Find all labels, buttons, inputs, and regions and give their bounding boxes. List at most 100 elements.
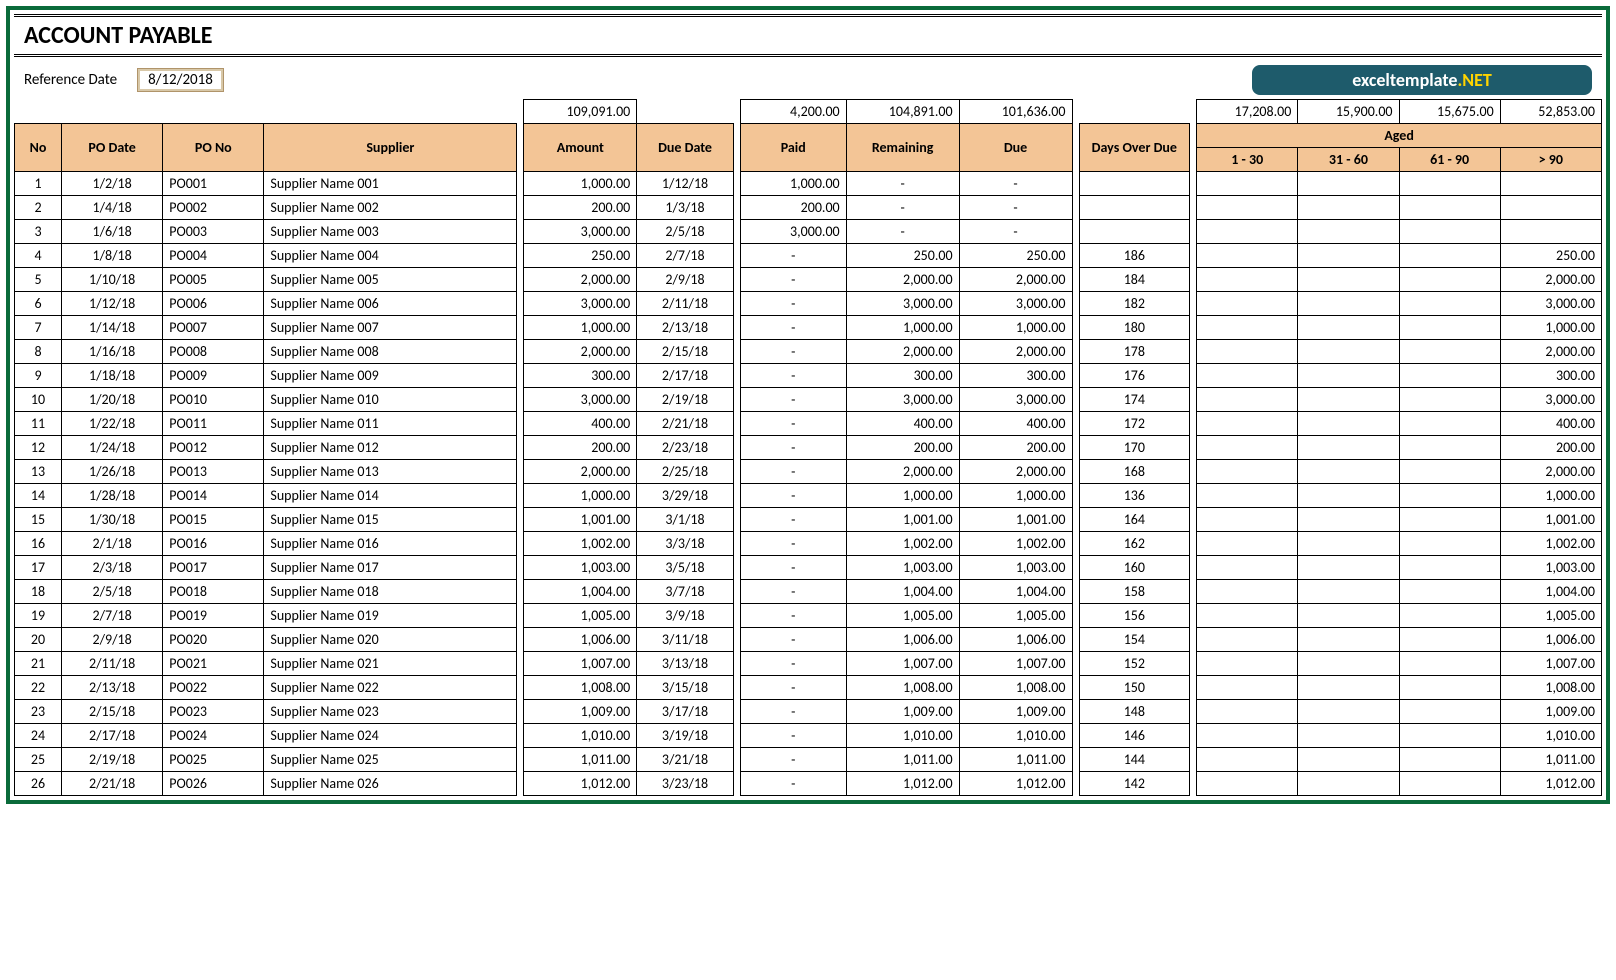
cell-paid[interactable]: 200.00 — [740, 196, 846, 220]
cell-remaining[interactable]: 1,006.00 — [846, 628, 959, 652]
cell-aged-3[interactable] — [1399, 580, 1500, 604]
cell-aged-1[interactable] — [1197, 628, 1298, 652]
cell-aged-3[interactable] — [1399, 532, 1500, 556]
cell-aged-4[interactable]: 1,002.00 — [1500, 532, 1601, 556]
cell-aged-3[interactable] — [1399, 604, 1500, 628]
cell-supplier[interactable]: Supplier Name 025 — [264, 748, 517, 772]
cell-pono[interactable]: PO004 — [163, 244, 264, 268]
cell-no[interactable]: 26 — [15, 772, 62, 796]
cell-duedate[interactable]: 2/19/18 — [637, 388, 733, 412]
cell-paid[interactable]: - — [740, 556, 846, 580]
cell-supplier[interactable]: Supplier Name 010 — [264, 388, 517, 412]
cell-no[interactable]: 5 — [15, 268, 62, 292]
cell-no[interactable]: 18 — [15, 580, 62, 604]
cell-days[interactable]: 176 — [1079, 364, 1190, 388]
cell-due[interactable]: 1,010.00 — [959, 724, 1072, 748]
cell-supplier[interactable]: Supplier Name 018 — [264, 580, 517, 604]
cell-amount[interactable]: 1,000.00 — [524, 172, 637, 196]
cell-podate[interactable]: 2/21/18 — [62, 772, 163, 796]
cell-supplier[interactable]: Supplier Name 021 — [264, 652, 517, 676]
cell-days[interactable]: 156 — [1079, 604, 1190, 628]
cell-amount[interactable]: 1,005.00 — [524, 604, 637, 628]
cell-pono[interactable]: PO008 — [163, 340, 264, 364]
cell-aged-3[interactable] — [1399, 340, 1500, 364]
cell-paid[interactable]: - — [740, 724, 846, 748]
cell-amount[interactable]: 1,000.00 — [524, 316, 637, 340]
cell-paid[interactable]: - — [740, 484, 846, 508]
cell-due[interactable]: - — [959, 220, 1072, 244]
cell-podate[interactable]: 2/3/18 — [62, 556, 163, 580]
cell-aged-4[interactable]: 1,008.00 — [1500, 676, 1601, 700]
cell-supplier[interactable]: Supplier Name 022 — [264, 676, 517, 700]
cell-podate[interactable]: 2/11/18 — [62, 652, 163, 676]
cell-duedate[interactable]: 3/9/18 — [637, 604, 733, 628]
cell-no[interactable]: 7 — [15, 316, 62, 340]
cell-aged-4[interactable]: 300.00 — [1500, 364, 1601, 388]
cell-aged-4[interactable]: 1,000.00 — [1500, 316, 1601, 340]
cell-aged-2[interactable] — [1298, 628, 1399, 652]
cell-paid[interactable]: - — [740, 316, 846, 340]
cell-aged-2[interactable] — [1298, 340, 1399, 364]
cell-aged-1[interactable] — [1197, 772, 1298, 796]
cell-supplier[interactable]: Supplier Name 012 — [264, 436, 517, 460]
cell-aged-3[interactable] — [1399, 484, 1500, 508]
cell-duedate[interactable]: 1/12/18 — [637, 172, 733, 196]
cell-due[interactable]: 2,000.00 — [959, 268, 1072, 292]
cell-aged-1[interactable] — [1197, 292, 1298, 316]
cell-pono[interactable]: PO017 — [163, 556, 264, 580]
cell-podate[interactable]: 1/14/18 — [62, 316, 163, 340]
cell-aged-1[interactable] — [1197, 244, 1298, 268]
cell-supplier[interactable]: Supplier Name 013 — [264, 460, 517, 484]
cell-aged-4[interactable]: 1,009.00 — [1500, 700, 1601, 724]
cell-aged-1[interactable] — [1197, 268, 1298, 292]
cell-supplier[interactable]: Supplier Name 014 — [264, 484, 517, 508]
cell-no[interactable]: 22 — [15, 676, 62, 700]
cell-remaining[interactable]: 1,004.00 — [846, 580, 959, 604]
cell-remaining[interactable]: 1,007.00 — [846, 652, 959, 676]
cell-duedate[interactable]: 2/5/18 — [637, 220, 733, 244]
cell-podate[interactable]: 1/24/18 — [62, 436, 163, 460]
cell-pono[interactable]: PO001 — [163, 172, 264, 196]
cell-aged-4[interactable] — [1500, 172, 1601, 196]
cell-pono[interactable]: PO006 — [163, 292, 264, 316]
cell-aged-3[interactable] — [1399, 196, 1500, 220]
cell-no[interactable]: 11 — [15, 412, 62, 436]
cell-paid[interactable]: - — [740, 364, 846, 388]
cell-amount[interactable]: 3,000.00 — [524, 388, 637, 412]
cell-aged-1[interactable] — [1197, 580, 1298, 604]
cell-podate[interactable]: 1/22/18 — [62, 412, 163, 436]
cell-amount[interactable]: 1,008.00 — [524, 676, 637, 700]
cell-aged-1[interactable] — [1197, 220, 1298, 244]
cell-days[interactable] — [1079, 196, 1190, 220]
cell-remaining[interactable]: 1,010.00 — [846, 724, 959, 748]
cell-aged-4[interactable]: 200.00 — [1500, 436, 1601, 460]
cell-aged-3[interactable] — [1399, 748, 1500, 772]
cell-supplier[interactable]: Supplier Name 019 — [264, 604, 517, 628]
cell-aged-1[interactable] — [1197, 436, 1298, 460]
cell-duedate[interactable]: 2/23/18 — [637, 436, 733, 460]
cell-aged-4[interactable]: 1,011.00 — [1500, 748, 1601, 772]
cell-paid[interactable]: - — [740, 460, 846, 484]
cell-pono[interactable]: PO024 — [163, 724, 264, 748]
cell-amount[interactable]: 1,009.00 — [524, 700, 637, 724]
cell-aged-4[interactable]: 1,001.00 — [1500, 508, 1601, 532]
cell-aged-1[interactable] — [1197, 748, 1298, 772]
cell-due[interactable]: 1,012.00 — [959, 772, 1072, 796]
cell-pono[interactable]: PO002 — [163, 196, 264, 220]
cell-aged-2[interactable] — [1298, 556, 1399, 580]
cell-paid[interactable]: - — [740, 628, 846, 652]
cell-due[interactable]: 1,004.00 — [959, 580, 1072, 604]
cell-aged-4[interactable]: 2,000.00 — [1500, 460, 1601, 484]
cell-duedate[interactable]: 2/21/18 — [637, 412, 733, 436]
cell-aged-4[interactable] — [1500, 196, 1601, 220]
cell-days[interactable]: 146 — [1079, 724, 1190, 748]
cell-aged-2[interactable] — [1298, 388, 1399, 412]
cell-aged-4[interactable]: 2,000.00 — [1500, 340, 1601, 364]
cell-aged-3[interactable] — [1399, 172, 1500, 196]
cell-aged-3[interactable] — [1399, 676, 1500, 700]
cell-paid[interactable]: - — [740, 700, 846, 724]
cell-aged-2[interactable] — [1298, 676, 1399, 700]
cell-no[interactable]: 13 — [15, 460, 62, 484]
cell-days[interactable] — [1079, 220, 1190, 244]
cell-pono[interactable]: PO007 — [163, 316, 264, 340]
